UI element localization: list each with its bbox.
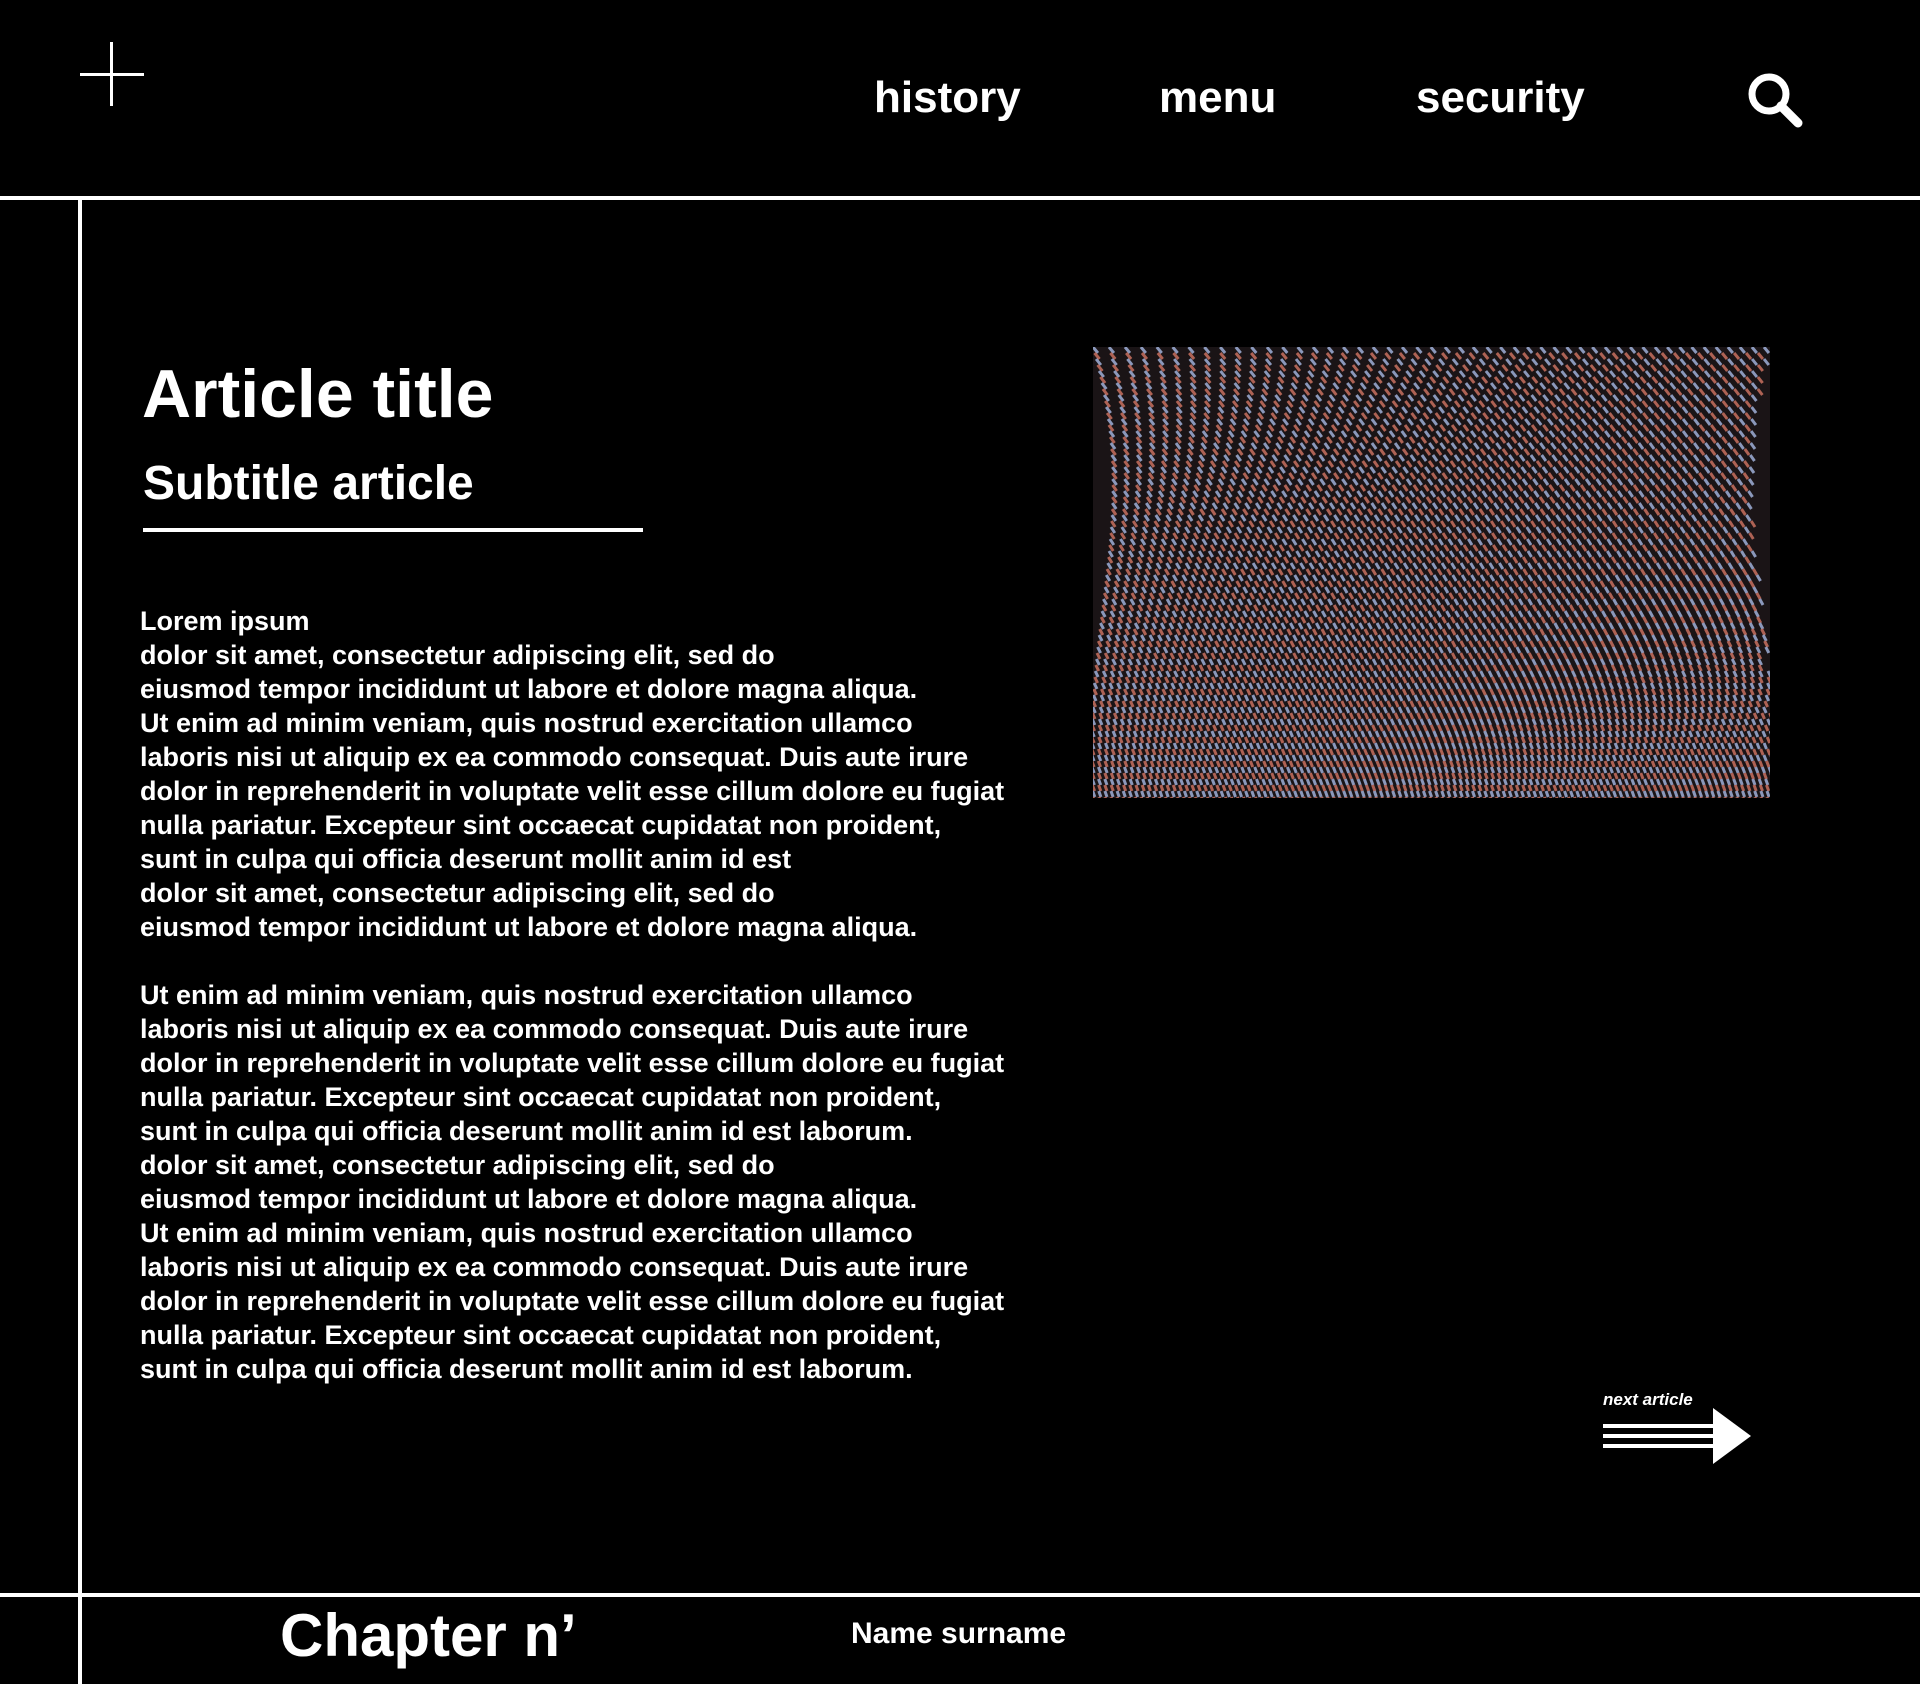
chapter-number: Chapter n’ <box>280 1602 577 1669</box>
plus-icon[interactable] <box>80 42 144 106</box>
nav-item-security[interactable]: security <box>1416 70 1585 126</box>
left-frame-line <box>78 198 82 1684</box>
next-article-link[interactable]: next article <box>1601 1388 1761 1468</box>
subtitle-underline <box>143 528 643 532</box>
article-title: Article title <box>142 356 494 432</box>
author-name: Name surname <box>851 1617 1067 1650</box>
search-icon[interactable] <box>1745 70 1805 130</box>
glitch-image <box>1093 347 1770 798</box>
article-subtitle: Subtitle article <box>143 457 474 510</box>
nav-item-history[interactable]: history <box>874 70 1021 126</box>
arrow-right-icon <box>1603 1408 1751 1464</box>
article-image <box>1093 347 1770 798</box>
footer-divider <box>0 1593 1920 1597</box>
article-paragraph: Ut enim ad minim veniam, quis nostrud ex… <box>140 980 1005 1384</box>
header-divider <box>0 196 1920 200</box>
nav-item-menu[interactable]: menu <box>1159 70 1276 126</box>
article-paragraph: Lorem ipsum dolor sit amet, consectetur … <box>140 606 1005 942</box>
article-body: Lorem ipsum dolor sit amet, consectetur … <box>140 604 1020 1386</box>
